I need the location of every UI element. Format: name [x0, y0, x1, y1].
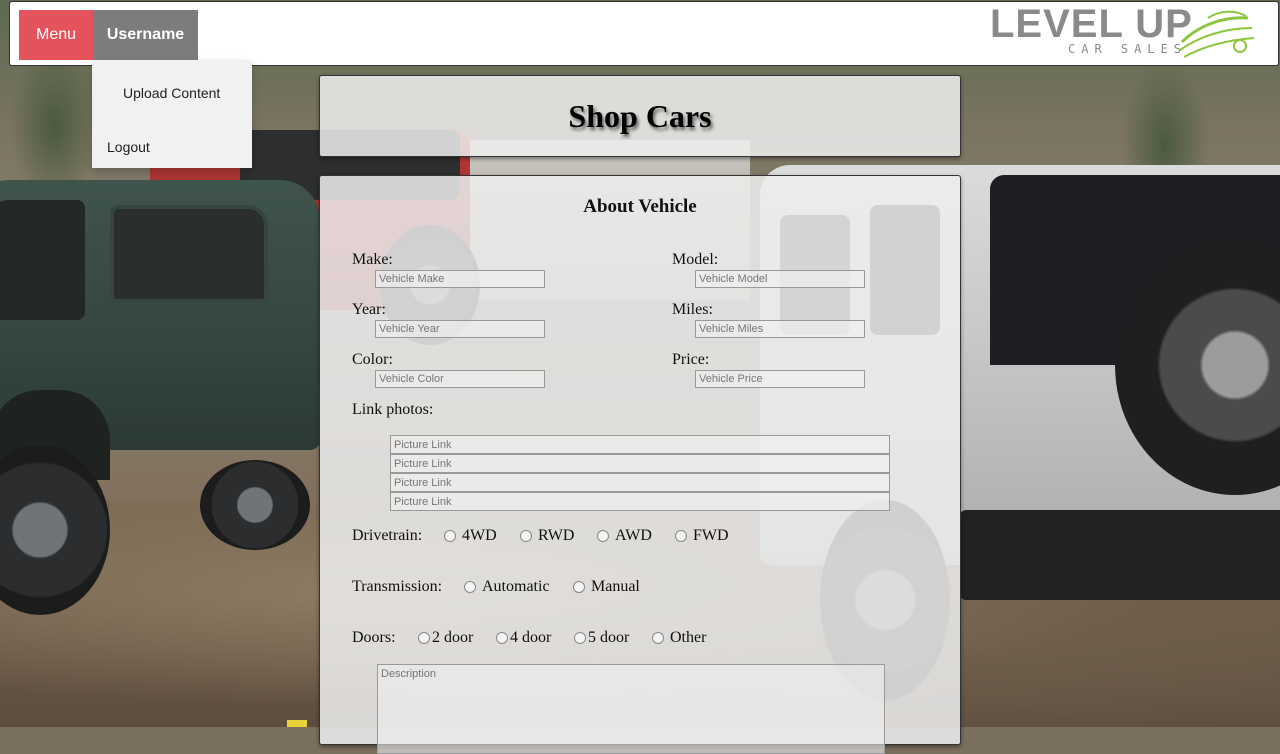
vehicle-form-panel: About Vehicle Make: Year: Color: Model: … [319, 175, 961, 754]
radio-button[interactable] [464, 581, 476, 593]
drivetrain-label: Drivetrain: [352, 527, 423, 544]
radio-button[interactable] [573, 581, 585, 593]
transmission-option-manual[interactable]: Manual [573, 578, 640, 596]
doors-option-5-door[interactable]: 5 door [574, 629, 629, 647]
radio-button[interactable] [597, 530, 609, 542]
drivetrain-option-awd[interactable]: AWD [597, 527, 652, 545]
user-dropdown-menu: Upload Content Logout [92, 60, 252, 168]
make-label: Make: [352, 251, 393, 268]
description-textarea[interactable] [377, 664, 885, 754]
page-title-panel: Shop Cars [319, 75, 961, 157]
page-title: Shop Cars [568, 98, 712, 134]
doors-option-other[interactable]: Other [652, 629, 706, 647]
logout-link[interactable]: Logout [107, 139, 150, 155]
picture-link-input-4[interactable] [390, 492, 890, 511]
menu-button[interactable]: Menu [19, 10, 93, 60]
car-swoosh-icon [1179, 10, 1255, 58]
vehicle-miles-input[interactable] [695, 320, 865, 338]
miles-label: Miles: [672, 301, 713, 318]
radio-button[interactable] [520, 530, 532, 542]
model-label: Model: [672, 251, 719, 268]
picture-link-input-2[interactable] [390, 454, 890, 473]
section-title: About Vehicle [583, 196, 697, 217]
radio-button[interactable] [496, 632, 508, 644]
picture-link-input-3[interactable] [390, 473, 890, 492]
upload-content-link[interactable]: Upload Content [123, 85, 220, 101]
logo-sub-text: CAR SALES [1068, 42, 1188, 56]
radio-button[interactable] [418, 632, 430, 644]
transmission-label: Transmission: [352, 578, 443, 595]
vehicle-price-input[interactable] [695, 370, 865, 388]
drivetrain-option-rwd[interactable]: RWD [520, 527, 574, 545]
username-button[interactable]: Username [93, 10, 198, 60]
transmission-option-automatic[interactable]: Automatic [464, 578, 550, 596]
radio-button[interactable] [444, 530, 456, 542]
vehicle-color-input[interactable] [375, 370, 545, 388]
radio-button[interactable] [652, 632, 664, 644]
level-up-logo: LEVEL UP CAR SALES [990, 2, 1260, 62]
link-photos-label: Link photos: [352, 401, 434, 418]
doors-option-4-door[interactable]: 4 door [496, 629, 551, 647]
price-label: Price: [672, 351, 710, 368]
year-label: Year: [352, 301, 386, 318]
drivetrain-option-4wd[interactable]: 4WD [444, 527, 497, 545]
picture-link-input-1[interactable] [390, 435, 890, 454]
drivetrain-option-fwd[interactable]: FWD [675, 527, 729, 545]
radio-button[interactable] [675, 530, 687, 542]
radio-button[interactable] [574, 632, 586, 644]
vehicle-year-input[interactable] [375, 320, 545, 338]
logo-main-text: LEVEL UP [990, 2, 1193, 46]
color-label: Color: [352, 351, 393, 368]
vehicle-model-input[interactable] [695, 270, 865, 288]
vehicle-make-input[interactable] [375, 270, 545, 288]
doors-option-2-door[interactable]: 2 door [418, 629, 473, 647]
doors-label: Doors: [352, 629, 396, 646]
